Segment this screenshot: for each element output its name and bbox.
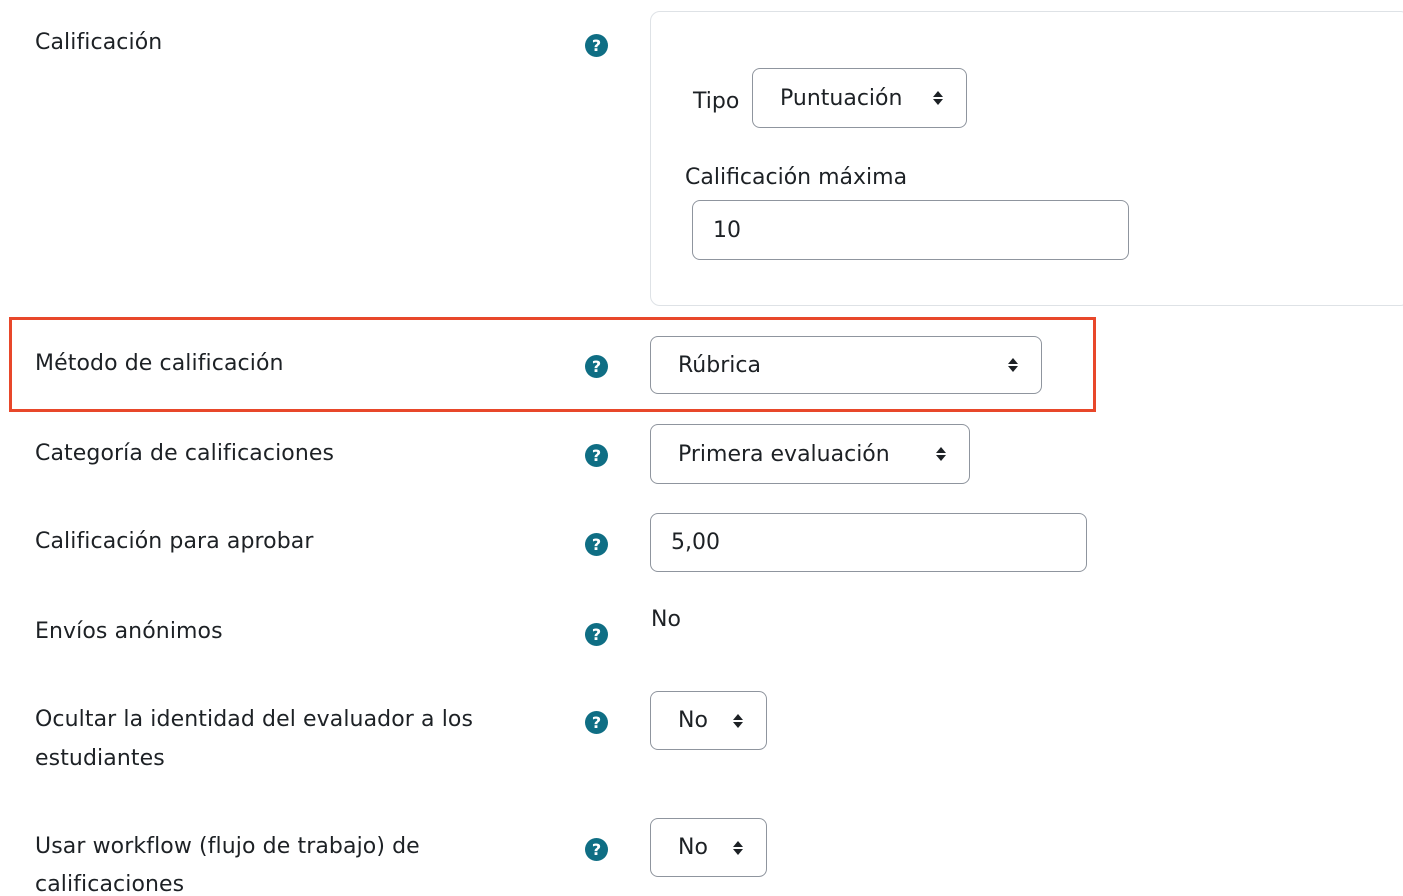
question-circle-icon[interactable]: ?	[585, 533, 608, 556]
question-circle-icon[interactable]: ?	[585, 711, 608, 734]
workflow-label-line1: Usar workflow (flujo de trabajo) de	[35, 834, 420, 859]
question-circle-icon[interactable]: ?	[585, 355, 608, 378]
sort-caret-icon	[1008, 358, 1018, 372]
anonymous-submissions-value: No	[651, 607, 681, 632]
question-circle-icon[interactable]: ?	[585, 444, 608, 467]
grade-category-value: Primera evaluación	[678, 441, 890, 467]
grade-category-label: Categoría de calificaciones	[35, 441, 335, 466]
sort-caret-icon	[933, 91, 943, 105]
sort-caret-icon	[733, 840, 743, 855]
grade-type-select[interactable]: Puntuación	[752, 68, 967, 128]
workflow-label-line2: calificaciones	[35, 872, 185, 896]
sort-caret-icon	[733, 713, 743, 728]
question-circle-icon[interactable]: ?	[585, 34, 608, 57]
sort-caret-icon	[936, 447, 946, 461]
grade-label: Calificación	[35, 30, 163, 55]
hide-grader-value: No	[678, 708, 708, 733]
workflow-value: No	[678, 835, 708, 860]
hide-grader-label-line1: Ocultar la identidad del evaluador a los	[35, 707, 474, 732]
grading-method-select[interactable]: Rúbrica	[650, 336, 1042, 394]
grade-to-pass-value: 5,00	[671, 530, 720, 555]
grading-method-label: Método de calificación	[35, 351, 284, 376]
grade-category-select[interactable]: Primera evaluación	[650, 424, 970, 484]
grade-max-value: 10	[713, 217, 741, 243]
hide-grader-select[interactable]: No	[650, 691, 767, 750]
grade-max-label: Calificación máxima	[685, 165, 908, 190]
question-circle-icon[interactable]: ?	[585, 623, 608, 646]
question-circle-icon[interactable]: ?	[585, 838, 608, 861]
grade-settings-page: Calificación ? Tipo Puntuación Calificac…	[0, 0, 1403, 896]
anonymous-submissions-label: Envíos anónimos	[35, 619, 223, 644]
workflow-select[interactable]: No	[650, 818, 767, 877]
grade-to-pass-input[interactable]: 5,00	[650, 513, 1087, 572]
hide-grader-label-line2: estudiantes	[35, 746, 165, 771]
grade-to-pass-label: Calificación para aprobar	[35, 529, 314, 554]
grade-type-label: Tipo	[693, 89, 740, 114]
grading-method-value: Rúbrica	[678, 352, 761, 378]
grade-type-value: Puntuación	[780, 85, 903, 111]
grade-fieldset: Tipo Puntuación Calificación máxima 10	[650, 11, 1403, 306]
grade-max-input[interactable]: 10	[692, 200, 1129, 260]
